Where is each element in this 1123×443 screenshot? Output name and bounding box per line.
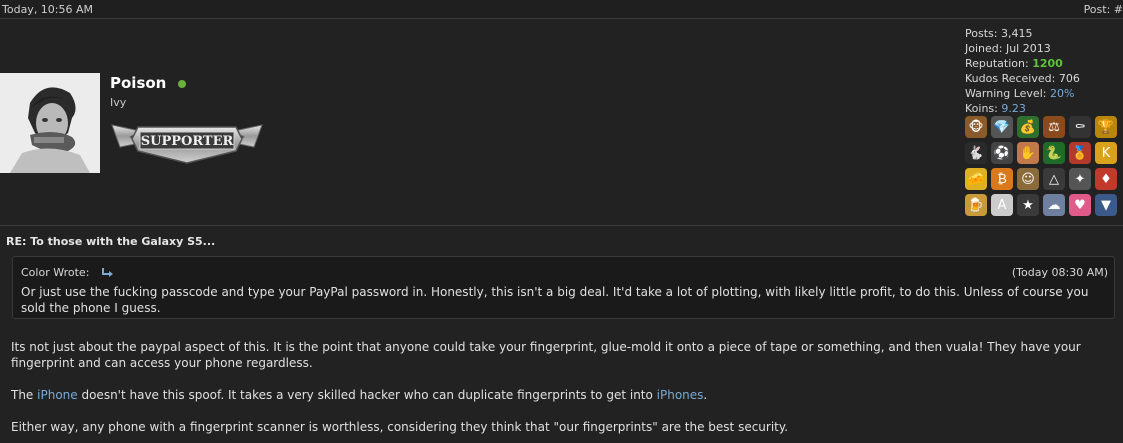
- post-paragraph-2: The iPhone doesn't have this spoof. It t…: [11, 388, 708, 402]
- bunny-icon[interactable]: 🐇: [965, 142, 987, 164]
- post-paragraph-3: Either way, any phone with a fingerprint…: [11, 420, 789, 434]
- divider: [0, 225, 1123, 226]
- wings-icon[interactable]: ▼: [1095, 194, 1117, 216]
- coffin-icon[interactable]: ⚰: [1069, 116, 1091, 138]
- badge-label: SUPPORTER: [141, 134, 234, 149]
- stat-joined: Joined: Jul 2013: [965, 42, 1051, 55]
- quote-text: Or just use the fucking passcode and typ…: [21, 285, 1089, 315]
- snake-icon[interactable]: 🐍: [1043, 142, 1065, 164]
- post-header-bar: Today, 10:56 AM Post: #: [0, 0, 1123, 19]
- supporter-badge: SUPPORTER: [110, 117, 264, 169]
- gavel-icon[interactable]: ⚖: [1043, 116, 1065, 138]
- cup-icon[interactable]: 🍺: [965, 194, 987, 216]
- eye-pyramid-icon[interactable]: △: [1043, 168, 1065, 190]
- quote-time: (Today 08:30 AM): [1011, 266, 1108, 279]
- trophy-icon[interactable]: 🏆: [1095, 116, 1117, 138]
- medal-icon[interactable]: 🏅: [1069, 142, 1091, 164]
- certificate-icon[interactable]: A: [991, 194, 1013, 216]
- iphones-link[interactable]: iPhones: [657, 388, 704, 402]
- stat-koins: Koins: 9.23: [965, 102, 1026, 115]
- user-stats: Posts: 3,415 Joined: Jul 2013 Reputation…: [965, 26, 1080, 116]
- cloud-icon[interactable]: ☁: [1043, 194, 1065, 216]
- post-number-link[interactable]: Post: #: [1084, 3, 1123, 16]
- reputation-link[interactable]: 1200: [1032, 57, 1063, 70]
- awards-grid: 🐵 💎 💰 ⚖ ⚰ 🏆 🐇 ⚽ ✋ 🐍 🏅 K 🧀 ₿ ☺ △ ✦ ♦ 🍺 A ★ ☁ ♥ ▼: [965, 116, 1121, 220]
- stat-kudos: Kudos Received: 706: [965, 72, 1080, 85]
- shuriken-icon[interactable]: ✦: [1069, 168, 1091, 190]
- cheese-icon[interactable]: 🧀: [965, 168, 987, 190]
- iphone-link[interactable]: iPhone: [37, 388, 78, 402]
- monkey-icon[interactable]: 🐵: [965, 116, 987, 138]
- star-icon[interactable]: ★: [1017, 194, 1039, 216]
- k-badge-icon[interactable]: K: [1095, 142, 1117, 164]
- online-status-icon: [178, 80, 186, 88]
- diamond-icon[interactable]: 💎: [991, 116, 1013, 138]
- stat-posts: Posts: 3,415: [965, 27, 1033, 40]
- koins-link[interactable]: 9.23: [1001, 102, 1026, 115]
- warning-level-link[interactable]: 20%: [1050, 87, 1074, 100]
- quote-block: Color Wrote: (Today 08:30 AM) Or just us…: [12, 256, 1115, 319]
- stat-reputation: Reputation: 1200: [965, 57, 1063, 70]
- coin-icon[interactable]: ₿: [991, 168, 1013, 190]
- post-subject: RE: To those with the Galaxy S5...: [6, 235, 216, 248]
- quote-jump-icon[interactable]: [101, 267, 115, 279]
- hand-sign-icon[interactable]: ✋: [1017, 142, 1039, 164]
- avatar[interactable]: [0, 73, 100, 173]
- ruby-icon[interactable]: ♦: [1095, 168, 1117, 190]
- quote-author: Color Wrote:: [21, 266, 90, 279]
- stat-warning: Warning Level: 20%: [965, 87, 1075, 100]
- kid-icon[interactable]: ☺: [1017, 168, 1039, 190]
- heart-icon[interactable]: ♥: [1069, 194, 1091, 216]
- username-link[interactable]: Poison: [110, 74, 166, 92]
- user-title: Ivy: [110, 96, 127, 109]
- soccer-ball-icon[interactable]: ⚽: [991, 142, 1013, 164]
- post-paragraph-1: Its not just about the paypal aspect of …: [11, 340, 1081, 370]
- avatar-image: [0, 73, 100, 173]
- post-date: Today, 10:56 AM: [2, 3, 94, 16]
- money-bag-icon[interactable]: 💰: [1017, 116, 1039, 138]
